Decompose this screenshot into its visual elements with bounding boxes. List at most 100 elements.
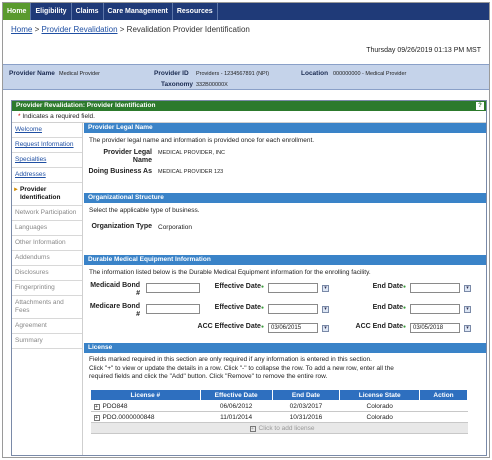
- nav-tab-resources[interactable]: Resources: [173, 3, 218, 20]
- info-dot-icon: ●: [402, 284, 406, 290]
- sidebar-item-label: Provider Identification: [20, 186, 61, 201]
- sidebar-item-request-information[interactable]: Request Information: [12, 138, 82, 153]
- panel-title: Provider Revalidation: Provider Identifi…: [12, 101, 486, 111]
- info-dot-icon: ●: [260, 324, 264, 330]
- end-date-cell: 02/03/2017: [272, 400, 340, 412]
- nav-tab-eligibility[interactable]: Eligibility: [31, 3, 72, 20]
- top-navigation: Home Eligibility Claims Care Management …: [3, 3, 489, 20]
- wizard-sidebar: Welcome Request Information Specialties …: [12, 123, 83, 455]
- dme-intro: The information listed below is the Dura…: [89, 269, 371, 276]
- org-structure-section: Select the applicable type of business. …: [84, 203, 486, 255]
- add-license-label: Click to add license: [258, 424, 315, 432]
- info-dot-icon: ●: [402, 305, 406, 311]
- breadcrumb-revalidation-link[interactable]: Provider Revalidation: [41, 25, 117, 34]
- sidebar-item-summary: Summary: [12, 334, 82, 349]
- calendar-icon[interactable]: ▾: [464, 325, 471, 332]
- info-dot-icon: ●: [260, 284, 264, 290]
- expand-icon[interactable]: +: [93, 403, 100, 410]
- license-state-cell: Colorado: [339, 400, 420, 412]
- dme-section-header: Durable Medical Equipment Information: [84, 255, 486, 265]
- calendar-icon[interactable]: ▾: [464, 306, 471, 313]
- legal-name-section-header: Provider Legal Name: [84, 123, 486, 133]
- breadcrumb-separator: >: [34, 25, 40, 34]
- medicare-end-date-input[interactable]: [410, 304, 460, 314]
- license-table: License # Effective Date End Date Licens…: [90, 389, 468, 434]
- legal-name-intro: The provider legal name and information …: [89, 137, 315, 144]
- license-number-cell: + PDO848: [90, 400, 201, 412]
- nav-tab-care-management[interactable]: Care Management: [104, 3, 173, 20]
- acc-end-date-input[interactable]: 03/05/2018: [410, 323, 460, 333]
- medicaid-bond-input[interactable]: [146, 283, 200, 293]
- sidebar-item-provider-identification[interactable]: ► Provider Identification: [12, 183, 82, 206]
- license-intro-line: Click "+" to view or update the details …: [89, 364, 394, 372]
- current-datetime: Thursday 09/26/2019 01:13 PM MST: [366, 47, 481, 54]
- taxonomy-label: Taxonomy: [161, 81, 194, 88]
- nav-tab-home[interactable]: Home: [3, 3, 32, 20]
- legal-name-label: Provider Legal Name: [103, 149, 152, 164]
- calendar-icon[interactable]: ▾: [464, 285, 471, 292]
- license-intro: Fields marked required in this section a…: [89, 356, 481, 382]
- revalidation-panel: Provider Revalidation: Provider Identifi…: [11, 100, 487, 456]
- table-row: + PDO.0000000848 11/01/2014 10/31/2016 Co…: [90, 411, 468, 423]
- label-text: ACC Effective Date: [197, 323, 261, 330]
- add-license-cell[interactable]: + Click to add license: [90, 422, 468, 434]
- acc-effective-date-input[interactable]: 03/06/2015: [268, 323, 318, 333]
- license-number: PDO848: [102, 402, 128, 410]
- breadcrumb-separator: >: [119, 25, 125, 34]
- column-header: Effective Date: [199, 389, 273, 401]
- sidebar-item-attachments-and-fees: Attachments and Fees: [12, 296, 82, 319]
- info-dot-icon: ●: [402, 324, 406, 330]
- medicaid-bond-label: Medicaid Bond #: [90, 282, 140, 297]
- provider-id-label: Provider ID: [154, 70, 189, 77]
- dme-section: The information listed below is the Dura…: [84, 265, 486, 343]
- sidebar-item-welcome[interactable]: Welcome: [12, 123, 82, 138]
- provider-info-bar: Provider Name Medical Provider Provider …: [3, 64, 489, 90]
- medicare-bond-input[interactable]: [146, 304, 200, 314]
- medicaid-end-date-label: End Date●: [344, 283, 406, 291]
- effective-date-cell: 11/01/2014: [200, 411, 273, 423]
- action-cell: [419, 400, 468, 412]
- required-note-text: Indicates a required field.: [22, 113, 95, 120]
- label-text: Effective Date: [214, 304, 261, 311]
- table-row: + PDO848 06/06/2012 02/03/2017 Colorado: [90, 400, 468, 412]
- action-cell: [419, 411, 468, 423]
- legal-name-value: MEDICAL PROVIDER, INC: [158, 150, 226, 156]
- panel-title-text: Provider Revalidation: Provider Identifi…: [16, 102, 156, 109]
- sidebar-item-other-information: Other Information: [12, 236, 82, 251]
- calendar-icon[interactable]: ▾: [322, 306, 329, 313]
- expand-icon[interactable]: +: [93, 414, 100, 421]
- org-structure-section-header: Organizational Structure: [84, 193, 486, 203]
- provider-id-value: Providers - 1234567891 (NPI): [196, 71, 270, 77]
- provider-name-value: Medical Provider: [59, 71, 100, 77]
- medicaid-effective-date-input[interactable]: [268, 283, 318, 293]
- medicare-effective-date-input[interactable]: [268, 304, 318, 314]
- dba-label: Doing Business As: [88, 168, 152, 175]
- legal-name-section: The provider legal name and information …: [84, 133, 486, 193]
- breadcrumb: Home > Provider Revalidation > Revalidat…: [11, 25, 250, 34]
- label-text: End Date: [372, 283, 403, 290]
- sidebar-item-disclosures: Disclosures: [12, 266, 82, 281]
- application-window: Home Eligibility Claims Care Management …: [2, 2, 490, 458]
- license-state-cell: Colorado: [339, 411, 420, 423]
- required-note: * Indicates a required field.: [12, 111, 486, 123]
- required-asterisk: *: [18, 113, 21, 120]
- end-date-cell: 10/31/2016: [272, 411, 340, 423]
- nav-tab-claims[interactable]: Claims: [72, 3, 104, 20]
- calendar-icon[interactable]: ▾: [322, 285, 329, 292]
- breadcrumb-home-link[interactable]: Home: [11, 25, 32, 34]
- sidebar-item-addresses[interactable]: Addresses: [12, 168, 82, 183]
- help-icon[interactable]: ?: [476, 102, 484, 110]
- license-intro-line: Fields marked required in this section a…: [89, 356, 372, 363]
- expand-icon[interactable]: +: [249, 425, 256, 432]
- calendar-icon[interactable]: ▾: [322, 325, 329, 332]
- add-license-row[interactable]: + Click to add license: [90, 422, 468, 434]
- medicaid-end-date-input[interactable]: [410, 283, 460, 293]
- label-text: ACC End Date: [355, 323, 403, 330]
- license-section: Fields marked required in this section a…: [84, 353, 486, 453]
- current-step-arrow-icon: ►: [13, 187, 19, 193]
- column-header: End Date: [271, 389, 341, 401]
- acc-end-date-label: ACC End Date●: [332, 323, 406, 331]
- acc-effective-date-label: ACC Effective Date●: [168, 323, 264, 331]
- location-label: Location: [301, 70, 329, 77]
- sidebar-item-specialties[interactable]: Specialties: [12, 153, 82, 168]
